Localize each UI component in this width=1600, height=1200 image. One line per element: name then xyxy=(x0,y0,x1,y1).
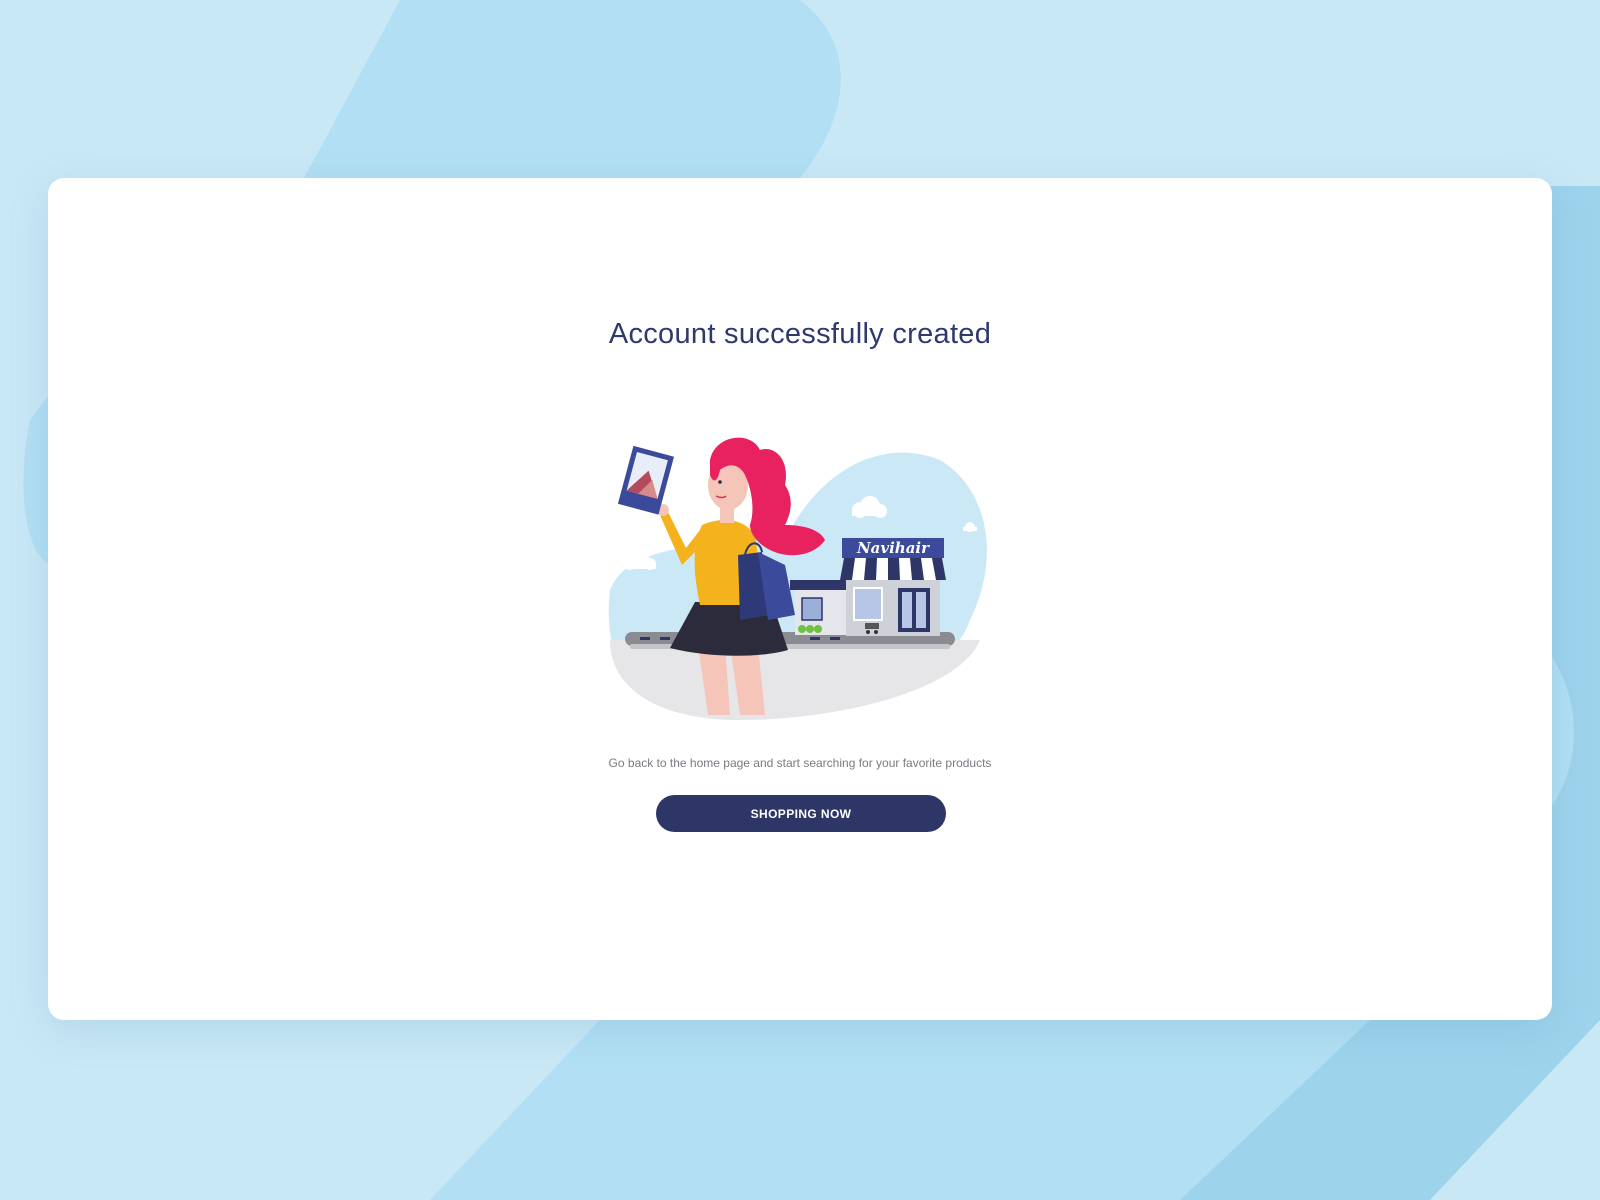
shopping-girl-illustration: Navihair xyxy=(608,437,987,720)
subtitle-text: Go back to the home page and start searc… xyxy=(608,756,992,770)
shopping-now-button[interactable]: SHOPPING NOW xyxy=(656,795,946,832)
svg-text:Navihair: Navihair xyxy=(856,539,930,557)
page-title: Account successfully created xyxy=(608,318,992,350)
